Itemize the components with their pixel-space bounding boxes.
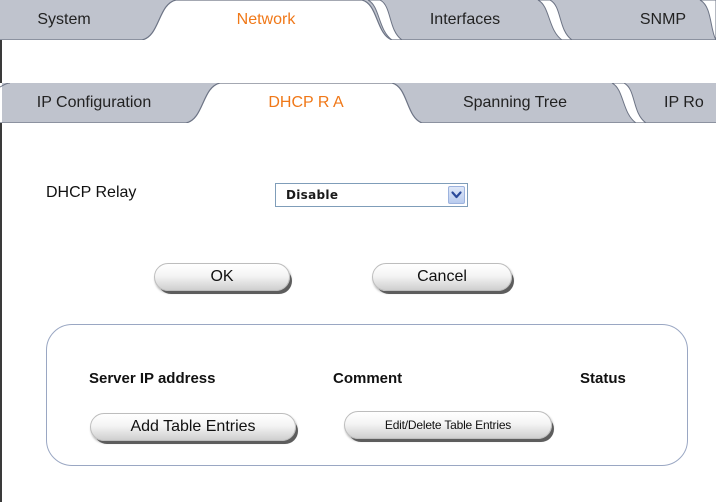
sub-tab-bar: IP Configuration DHCP R A Spanning Tree … <box>0 83 716 123</box>
column-header-comment: Comment <box>333 370 403 387</box>
ok-button[interactable]: OK <box>154 263 290 291</box>
tab-interfaces[interactable]: Interfaces <box>400 0 530 40</box>
cancel-button[interactable]: Cancel <box>372 263 512 291</box>
tab-dhcp-relay-agent[interactable]: DHCP R A <box>236 83 376 123</box>
chevron-down-icon[interactable] <box>448 186 465 204</box>
tab-ip-routing[interactable]: IP Ro <box>664 83 716 123</box>
tab-system[interactable]: System <box>4 0 124 40</box>
dhcp-relay-label: DHCP Relay <box>46 184 137 201</box>
tab-snmp[interactable]: SNMP <box>618 0 708 40</box>
dhcp-relay-selected-value: Disable <box>286 188 339 202</box>
tab-ip-configuration[interactable]: IP Configuration <box>14 83 174 123</box>
column-header-status: Status <box>580 370 626 387</box>
edit-delete-table-entries-button[interactable]: Edit/Delete Table Entries <box>344 411 552 439</box>
dhcp-relay-select[interactable]: Disable <box>275 183 468 207</box>
frame-border <box>0 0 2 502</box>
column-header-server-ip: Server IP address <box>89 370 216 387</box>
tab-network[interactable]: Network <box>196 0 336 40</box>
add-table-entries-button[interactable]: Add Table Entries <box>90 413 296 441</box>
top-tab-bar: System Network Interfaces SNMP <box>0 0 716 40</box>
relay-server-table-panel <box>46 324 688 466</box>
tab-spanning-tree[interactable]: Spanning Tree <box>440 83 590 123</box>
